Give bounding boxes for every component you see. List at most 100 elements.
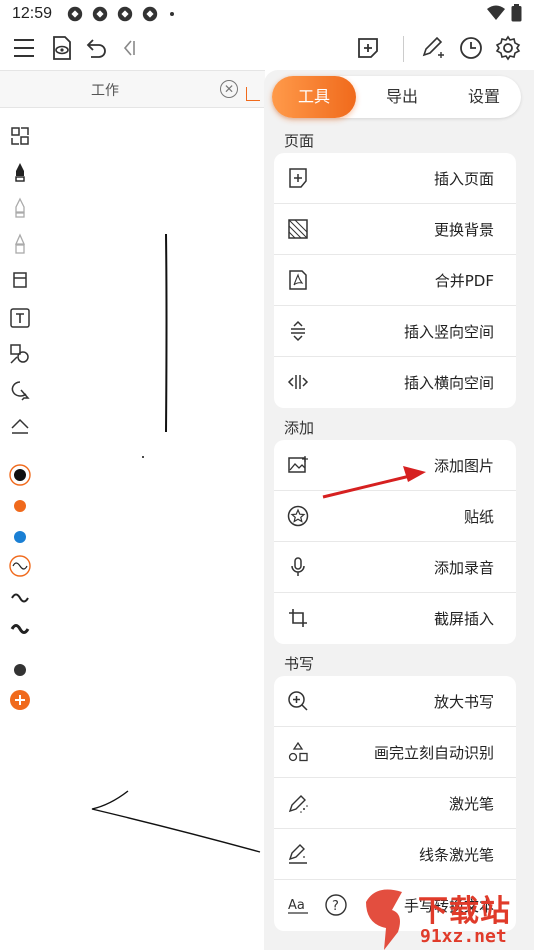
tab-export[interactable]: 导出 bbox=[362, 76, 442, 118]
drawing-canvas[interactable] bbox=[40, 110, 270, 950]
pen-dot[interactable] bbox=[8, 658, 32, 682]
status-bar: 12:59 bbox=[0, 0, 534, 28]
add-image-button[interactable]: 添加图片 bbox=[274, 440, 516, 491]
panel-tab-switch: 工具 导出 设置 bbox=[272, 76, 521, 118]
notification-app-icon bbox=[142, 6, 158, 22]
text-tool-icon[interactable] bbox=[8, 306, 32, 330]
shape-recognize-button[interactable]: 画完立刻自动识别 bbox=[274, 727, 516, 778]
svg-text:Aa: Aa bbox=[288, 898, 305, 913]
add-page-toolbar-icon[interactable] bbox=[354, 34, 382, 62]
watermark-url: 91xz.net bbox=[420, 926, 507, 947]
eraser-icon[interactable] bbox=[8, 268, 32, 292]
svg-text:?: ? bbox=[332, 899, 339, 914]
add-tools-card: 添加图片 贴纸 添加录音 截屏插入 bbox=[274, 440, 516, 644]
text-convert-icon: Aa bbox=[286, 893, 310, 917]
add-recording-button[interactable]: 添加录音 bbox=[274, 542, 516, 593]
pen-settings-icon[interactable] bbox=[419, 34, 447, 62]
history-clock-icon[interactable] bbox=[457, 34, 485, 62]
insert-page-label: 插入页面 bbox=[433, 170, 494, 188]
laser-pen-icon bbox=[286, 791, 310, 815]
status-right-icons bbox=[487, 4, 522, 22]
section-title-add: 添加 bbox=[284, 419, 315, 437]
screenshot-insert-label: 截屏插入 bbox=[433, 610, 494, 628]
laser-pen-button[interactable]: 激光笔 bbox=[274, 778, 516, 829]
notification-icons bbox=[66, 5, 175, 23]
pages-grid-icon[interactable] bbox=[8, 124, 32, 148]
sticker-button[interactable]: 贴纸 bbox=[274, 491, 516, 542]
shape-recognize-icon bbox=[286, 740, 310, 764]
sticker-label: 贴纸 bbox=[463, 508, 494, 526]
sticker-icon bbox=[286, 504, 310, 528]
wifi-icon bbox=[487, 5, 505, 20]
insert-vertical-space-button[interactable]: 插入竖向空间 bbox=[274, 306, 516, 357]
stroke-thick[interactable] bbox=[8, 617, 32, 641]
change-background-button[interactable]: 更换背景 bbox=[274, 204, 516, 255]
handwriting-strokes bbox=[91, 233, 261, 853]
image-icon bbox=[286, 453, 310, 477]
page-tools-card: 插入页面 更换背景 合并PDF 插入竖向空间 插入横向空间 bbox=[274, 153, 516, 408]
notification-app-icon bbox=[67, 6, 83, 22]
fountain-pen-icon[interactable] bbox=[8, 160, 32, 184]
add-recording-label: 添加录音 bbox=[433, 559, 494, 577]
collapse-tools-icon[interactable] bbox=[8, 414, 32, 438]
battery-icon bbox=[511, 4, 522, 22]
add-color-icon[interactable] bbox=[8, 688, 32, 712]
tools-panel: 工具 导出 设置 页面 插入页面 更换背景 合并PDF 插入竖向空间 插入横向空… bbox=[264, 70, 534, 950]
add-image-label: 添加图片 bbox=[433, 457, 494, 475]
tab-tools[interactable]: 工具 bbox=[272, 76, 356, 118]
insert-horizontal-space-label: 插入横向空间 bbox=[403, 374, 494, 392]
insert-vertical-space-label: 插入竖向空间 bbox=[403, 323, 494, 341]
menu-icon[interactable] bbox=[10, 34, 38, 62]
notification-app-icon bbox=[92, 6, 108, 22]
collapse-icon[interactable] bbox=[114, 34, 142, 62]
line-laser-pen-label: 线条激光笔 bbox=[418, 846, 494, 864]
help-icon[interactable]: ? bbox=[324, 893, 348, 917]
zoom-write-button[interactable]: 放大书写 bbox=[274, 676, 516, 727]
screenshot-insert-button[interactable]: 截屏插入 bbox=[274, 593, 516, 644]
change-background-label: 更换背景 bbox=[433, 221, 494, 239]
document-tab-bar: 工作 ✕ bbox=[0, 70, 265, 108]
background-icon bbox=[286, 217, 310, 241]
document-tab-title[interactable]: 工作 bbox=[0, 80, 210, 100]
merge-pdf-label: 合并PDF bbox=[434, 272, 494, 290]
shape-tool-icon[interactable] bbox=[8, 342, 32, 366]
insert-page-button[interactable]: 插入页面 bbox=[274, 153, 516, 204]
undo-icon[interactable] bbox=[82, 34, 110, 62]
microphone-icon bbox=[286, 555, 310, 579]
stroke-thin-selected[interactable] bbox=[8, 554, 32, 578]
section-title-write: 书写 bbox=[284, 655, 315, 673]
watermark-logo-icon bbox=[366, 889, 402, 950]
status-time: 12:59 bbox=[12, 5, 53, 22]
zoom-write-label: 放大书写 bbox=[433, 693, 494, 711]
close-tab-icon[interactable]: ✕ bbox=[220, 80, 238, 98]
line-laser-icon bbox=[286, 842, 310, 866]
top-toolbar bbox=[0, 28, 534, 68]
section-title-page: 页面 bbox=[284, 132, 315, 150]
read-mode-icon[interactable] bbox=[47, 34, 75, 62]
toolbar-divider bbox=[403, 36, 404, 62]
tab-settings[interactable]: 设置 bbox=[444, 76, 524, 118]
tab-corner-marker bbox=[246, 87, 260, 101]
pencil-icon[interactable] bbox=[8, 196, 32, 220]
shape-recognize-label: 画完立刻自动识别 bbox=[373, 744, 494, 762]
highlighter-icon[interactable] bbox=[8, 232, 32, 256]
laser-pen-label: 激光笔 bbox=[448, 795, 494, 813]
zoom-write-icon bbox=[286, 689, 310, 713]
color-blue[interactable] bbox=[8, 525, 32, 549]
line-laser-pen-button[interactable]: 线条激光笔 bbox=[274, 829, 516, 880]
site-watermark: 下载站 91xz.net bbox=[362, 884, 534, 950]
stroke-medium[interactable] bbox=[8, 586, 32, 610]
merge-pdf-button[interactable]: 合并PDF bbox=[274, 255, 516, 306]
pdf-icon bbox=[286, 268, 310, 292]
insert-horizontal-space-button[interactable]: 插入横向空间 bbox=[274, 357, 516, 408]
watermark-text: 下载站 bbox=[418, 894, 511, 929]
color-black-selected[interactable] bbox=[8, 463, 32, 487]
vertical-space-icon bbox=[286, 319, 310, 343]
color-orange[interactable] bbox=[8, 494, 32, 518]
more-notifications-dot bbox=[170, 12, 175, 16]
crop-icon bbox=[286, 606, 310, 630]
notification-app-icon bbox=[117, 6, 133, 22]
gear-icon[interactable] bbox=[494, 34, 522, 62]
add-page-icon bbox=[286, 166, 310, 190]
lasso-select-icon[interactable] bbox=[8, 378, 32, 402]
